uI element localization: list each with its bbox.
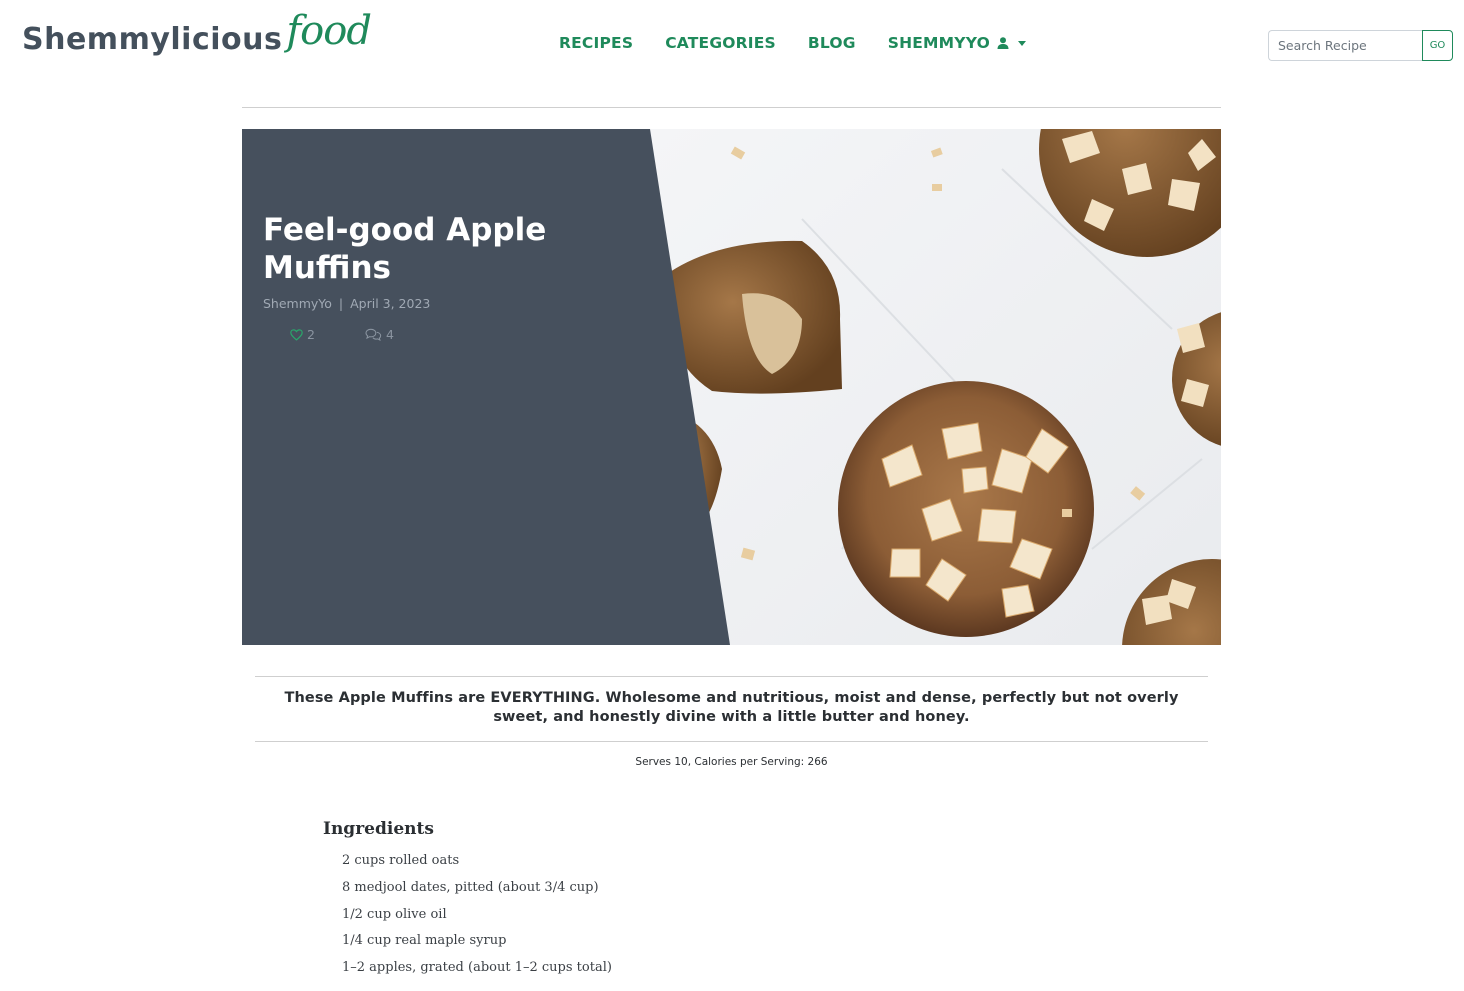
summary-bottom-divider xyxy=(255,741,1208,742)
recipe-hero: Feel-good Apple Muffins ShemmyYo | April… xyxy=(242,129,1221,645)
nav-user-label: SHEMMYYO xyxy=(887,34,990,52)
recipe-title: Feel-good Apple Muffins xyxy=(263,212,547,286)
summary-top-divider xyxy=(255,676,1208,677)
ingredients-heading: Ingredients xyxy=(323,819,434,839)
site-logo[interactable]: Shemmylicious food xyxy=(22,8,372,78)
search-go-button[interactable]: GO xyxy=(1422,30,1453,61)
nav-user-menu[interactable]: SHEMMYYO xyxy=(888,34,1026,52)
recipe-author[interactable]: ShemmyYo xyxy=(263,296,332,311)
recipe-summary: These Apple Muffins are EVERYTHING. Whol… xyxy=(284,690,1179,725)
recipe-byline: ShemmyYo | April 3, 2023 xyxy=(263,296,430,311)
comment-icon xyxy=(365,328,382,341)
ingredient-item: 2 cups rolled oats xyxy=(342,853,460,868)
comments-button[interactable]: 4 xyxy=(365,327,394,342)
like-button[interactable]: 2 xyxy=(290,327,315,342)
like-count: 2 xyxy=(307,327,315,342)
search-form: GO xyxy=(1268,30,1453,61)
logo-script-text: food xyxy=(286,8,372,54)
search-input[interactable] xyxy=(1268,30,1422,61)
ingredient-item: 1/2 cup olive oil xyxy=(342,906,447,922)
user-icon xyxy=(997,37,1009,49)
nav-categories[interactable]: CATEGORIES xyxy=(665,34,776,52)
header-divider xyxy=(242,107,1221,108)
byline-separator: | xyxy=(338,296,344,311)
ingredient-item: 1–2 apples, grated (about 1–2 cups total… xyxy=(342,960,612,976)
heart-icon xyxy=(290,328,303,341)
serves-calories: Serves 10, Calories per Serving: 266 xyxy=(635,756,828,768)
chevron-down-icon xyxy=(1017,40,1026,46)
site-header: Shemmylicious food RECIPES CATEGORIES BL… xyxy=(0,0,1464,90)
recipe-date: April 3, 2023 xyxy=(350,296,431,311)
main-nav: RECIPES CATEGORIES BLOG SHEMMYYO xyxy=(559,34,1026,52)
recipe-stats: 2 4 xyxy=(290,327,394,342)
comment-count: 4 xyxy=(385,327,394,342)
ingredient-item: 8 medjool dates, pitted (about 3/4 cup) xyxy=(342,879,599,895)
ingredient-list: 2 cups rolled oats 8 medjool dates, pitt… xyxy=(342,852,612,986)
ingredient-item: 1/4 cup real maple syrup xyxy=(342,933,507,949)
nav-blog[interactable]: BLOG xyxy=(808,34,856,52)
recipe-photo xyxy=(242,129,1221,645)
nav-recipes[interactable]: RECIPES xyxy=(559,34,633,52)
logo-main-text: Shemmylicious xyxy=(22,22,283,57)
